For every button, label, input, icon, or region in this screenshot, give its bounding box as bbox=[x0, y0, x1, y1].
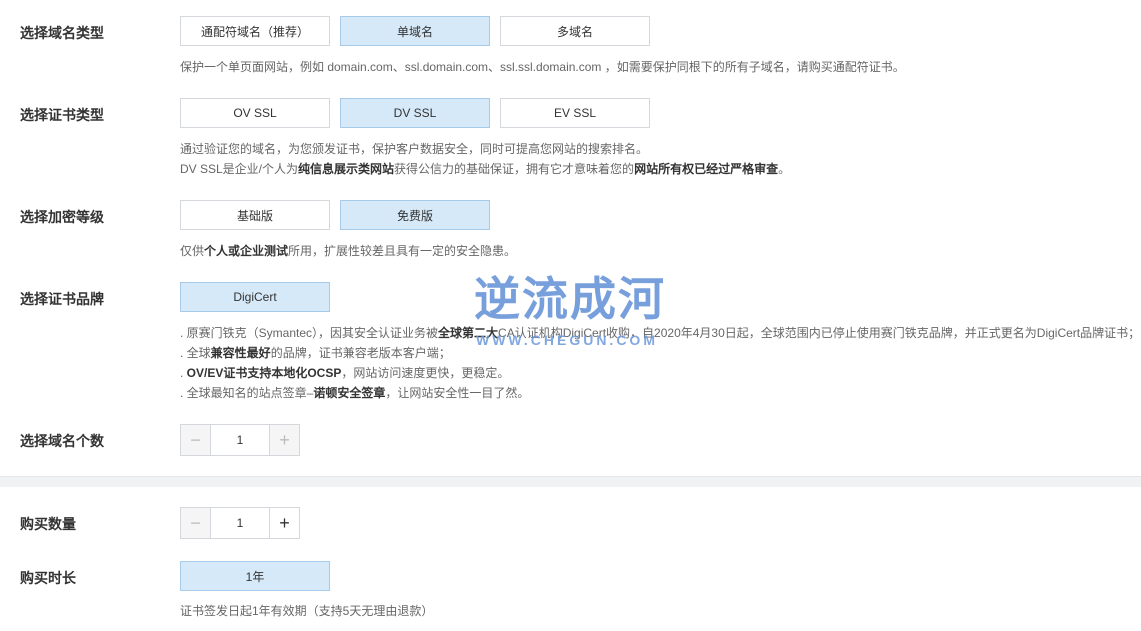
encrypt-level-options: 基础版 免费版 bbox=[180, 200, 490, 230]
brand-desc-1: . 原赛门铁克（Symantec），因其安全认证业务被全球第二大CA认证机构Di… bbox=[180, 326, 1141, 340]
brand-desc-2: . 全球兼容性最好的品牌，证书兼容老版本客户端； bbox=[180, 346, 451, 360]
brand-label: 选择证书品牌 bbox=[20, 291, 104, 307]
option-multi-domain[interactable]: 多域名 bbox=[500, 16, 650, 46]
option-1-year[interactable]: 1年 bbox=[180, 561, 330, 591]
domain-type-options: 通配符域名（推荐） 单域名 多域名 bbox=[180, 16, 650, 46]
duration-label: 购买时长 bbox=[20, 570, 76, 586]
encrypt-level-label: 选择加密等级 bbox=[20, 209, 104, 225]
cert-type-label: 选择证书类型 bbox=[20, 107, 104, 123]
encrypt-level-desc: 仅供个人或企业测试所用，扩展性较差且具有一定的安全隐患。 bbox=[180, 244, 517, 258]
option-digicert[interactable]: DigiCert bbox=[180, 282, 330, 312]
watermark-title: 逆流成河 bbox=[474, 273, 666, 325]
cert-type-options: OV SSL DV SSL EV SSL bbox=[180, 98, 650, 128]
domain-type-desc: 保护一个单页面网站，例如 domain.com、ssl.domain.com、s… bbox=[180, 60, 905, 74]
quantity-label: 购买数量 bbox=[20, 516, 76, 532]
domain-count-stepper: − 1 + bbox=[180, 424, 300, 456]
brand-desc-4: . 全球最知名的站点签章–诺顿安全签章，让网站安全性一目了然。 bbox=[180, 386, 530, 400]
brand-desc-3: . OV/EV证书支持本地化OCSP，网站访问速度更快，更稳定。 bbox=[180, 366, 510, 380]
cert-type-desc-2: DV SSL是企业/个人为纯信息展示类网站获得公信力的基础保证，拥有它才意味着您… bbox=[180, 162, 791, 176]
duration-desc: 证书签发日起1年有效期（支持5天无理由退款） bbox=[180, 604, 434, 618]
option-ov-ssl[interactable]: OV SSL bbox=[180, 98, 330, 128]
domain-type-label: 选择域名类型 bbox=[20, 25, 104, 41]
brand-options: DigiCert bbox=[180, 282, 330, 312]
purchase-panel: 购买数量 − 1 + 购买时长 1年 证书签发日起1年有效期（支持5天无理由退款… bbox=[0, 487, 1141, 631]
option-ev-ssl[interactable]: EV SSL bbox=[500, 98, 650, 128]
section-divider bbox=[0, 476, 1141, 487]
ssl-config-panel: 选择域名类型 通配符域名（推荐） 单域名 多域名 保护一个单页面网站，例如 do… bbox=[0, 0, 1141, 476]
quantity-stepper: − 1 + bbox=[180, 507, 300, 539]
option-free[interactable]: 免费版 bbox=[340, 200, 490, 230]
domain-count-label: 选择域名个数 bbox=[20, 433, 104, 449]
option-wildcard-domain[interactable]: 通配符域名（推荐） bbox=[180, 16, 330, 46]
quantity-minus-button[interactable]: − bbox=[181, 508, 210, 538]
duration-options: 1年 bbox=[180, 561, 330, 591]
domain-count-value[interactable]: 1 bbox=[210, 425, 270, 455]
domain-count-minus-button[interactable]: − bbox=[181, 425, 210, 455]
option-single-domain[interactable]: 单域名 bbox=[340, 16, 490, 46]
quantity-plus-button[interactable]: + bbox=[270, 508, 299, 538]
option-dv-ssl[interactable]: DV SSL bbox=[340, 98, 490, 128]
cert-type-desc-1: 通过验证您的域名，为您颁发证书，保护客户数据安全，同时可提高您网站的搜索排名。 bbox=[180, 142, 649, 156]
option-basic[interactable]: 基础版 bbox=[180, 200, 330, 230]
domain-count-plus-button[interactable]: + bbox=[270, 425, 299, 455]
quantity-value[interactable]: 1 bbox=[210, 508, 270, 538]
